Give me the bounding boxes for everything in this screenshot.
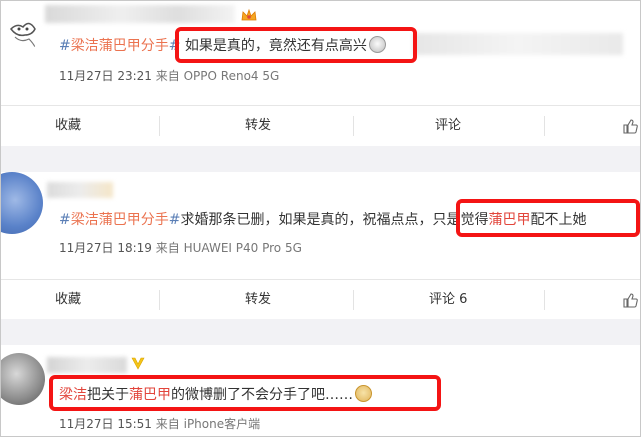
- topic-link[interactable]: 梁洁蒲巴甲分手: [71, 38, 169, 54]
- favorite-button[interactable]: 收藏: [55, 280, 81, 320]
- divider: [353, 290, 354, 310]
- post-meta: 11月27日 18:19 来自 HUAWEI P40 Pro 5G: [59, 239, 302, 256]
- comment-button[interactable]: 评论: [435, 106, 461, 146]
- comment-button[interactable]: 评论 6: [429, 280, 467, 320]
- post-source: HUAWEI P40 Pro 5G: [183, 241, 302, 255]
- post-time[interactable]: 11月27日 15:51: [59, 417, 152, 431]
- like-thumb-icon[interactable]: [622, 292, 638, 308]
- post-text-highlight: 只是觉得: [432, 212, 489, 228]
- post-text: 把关于: [87, 387, 129, 403]
- topic-hash-open[interactable]: #: [59, 38, 71, 54]
- mention-name: 蒲巴甲: [488, 212, 531, 228]
- topic-hash-open[interactable]: #: [59, 212, 71, 228]
- action-bar: 收藏 转发 评论: [1, 105, 640, 146]
- post-3: 梁洁把关于蒲巴甲的微博删了不会分手了吧…… 11月27日 15:51 来自 iP…: [1, 345, 640, 436]
- post-text: 的微博删了不会分手了吧……: [171, 387, 353, 403]
- source-prefix: 来自: [155, 417, 180, 431]
- verified-v-icon: [131, 355, 145, 370]
- divider: [353, 116, 354, 136]
- post-text: 求婚那条已删，如果是真的，祝福点点，: [180, 212, 433, 228]
- section-gap: [1, 146, 640, 172]
- post-meta: 11月27日 23:21 来自 OPPO Reno4 5G: [59, 67, 279, 84]
- favorite-button[interactable]: 收藏: [55, 106, 81, 146]
- repost-button[interactable]: 转发: [245, 280, 271, 320]
- source-prefix: 来自: [155, 241, 180, 255]
- repost-button[interactable]: 转发: [245, 106, 271, 146]
- username-blurred[interactable]: [45, 5, 235, 23]
- weibo-comment-screenshot: #梁洁蒲巴甲分手# 如果是真的，竟然还有点高兴 11月27日 23:21 来自 …: [0, 0, 641, 437]
- smile-emoji-icon: [368, 36, 386, 53]
- mention-name: 蒲巴甲: [129, 387, 171, 403]
- doge-emoji-icon: [355, 385, 372, 402]
- avatar[interactable]: [1, 172, 43, 234]
- post-1: #梁洁蒲巴甲分手# 如果是真的，竟然还有点高兴 11月27日 23:21 来自 …: [1, 1, 640, 161]
- post-content: 梁洁把关于蒲巴甲的微博删了不会分手了吧……: [59, 385, 372, 405]
- avatar[interactable]: [5, 15, 41, 51]
- username-blurred[interactable]: [47, 357, 127, 373]
- post-source: OPPO Reno4 5G: [183, 69, 280, 83]
- divider: [159, 116, 160, 136]
- post-text-end: 配不上她: [530, 212, 587, 228]
- divider: [159, 290, 160, 310]
- post-source: iPhone客户端: [183, 417, 261, 431]
- topic-hash-close[interactable]: #: [169, 38, 181, 54]
- vip-crown-icon: [241, 7, 257, 21]
- topic-link[interactable]: 梁洁蒲巴甲分手: [71, 212, 169, 228]
- source-prefix: 来自: [155, 69, 180, 83]
- post-text: 如果是真的，竟然还有点高兴: [184, 38, 367, 54]
- post-time[interactable]: 11月27日 18:19: [59, 241, 152, 255]
- post-time[interactable]: 11月27日 23:21: [59, 69, 152, 83]
- post-2: #梁洁蒲巴甲分手#求婚那条已删，如果是真的，祝福点点，只是觉得蒲巴甲配不上她 1…: [1, 172, 640, 332]
- username-blurred[interactable]: [47, 182, 113, 198]
- like-thumb-icon[interactable]: [622, 118, 638, 134]
- section-gap: [1, 319, 640, 345]
- post-content: #梁洁蒲巴甲分手#求婚那条已删，如果是真的，祝福点点，只是觉得蒲巴甲配不上她: [59, 210, 586, 230]
- divider: [544, 116, 545, 136]
- text-blurred-tail: [413, 33, 623, 55]
- post-meta: 11月27日 15:51 来自 iPhone客户端: [59, 415, 260, 432]
- action-bar: 收藏 转发 评论 6: [1, 279, 640, 320]
- avatar[interactable]: [1, 353, 45, 405]
- topic-hash-close[interactable]: #: [169, 212, 181, 228]
- post-content: #梁洁蒲巴甲分手# 如果是真的，竟然还有点高兴: [59, 36, 386, 56]
- avatar-sketch-icon: [10, 22, 36, 48]
- mention-name: 梁洁: [59, 387, 87, 403]
- divider: [544, 290, 545, 310]
